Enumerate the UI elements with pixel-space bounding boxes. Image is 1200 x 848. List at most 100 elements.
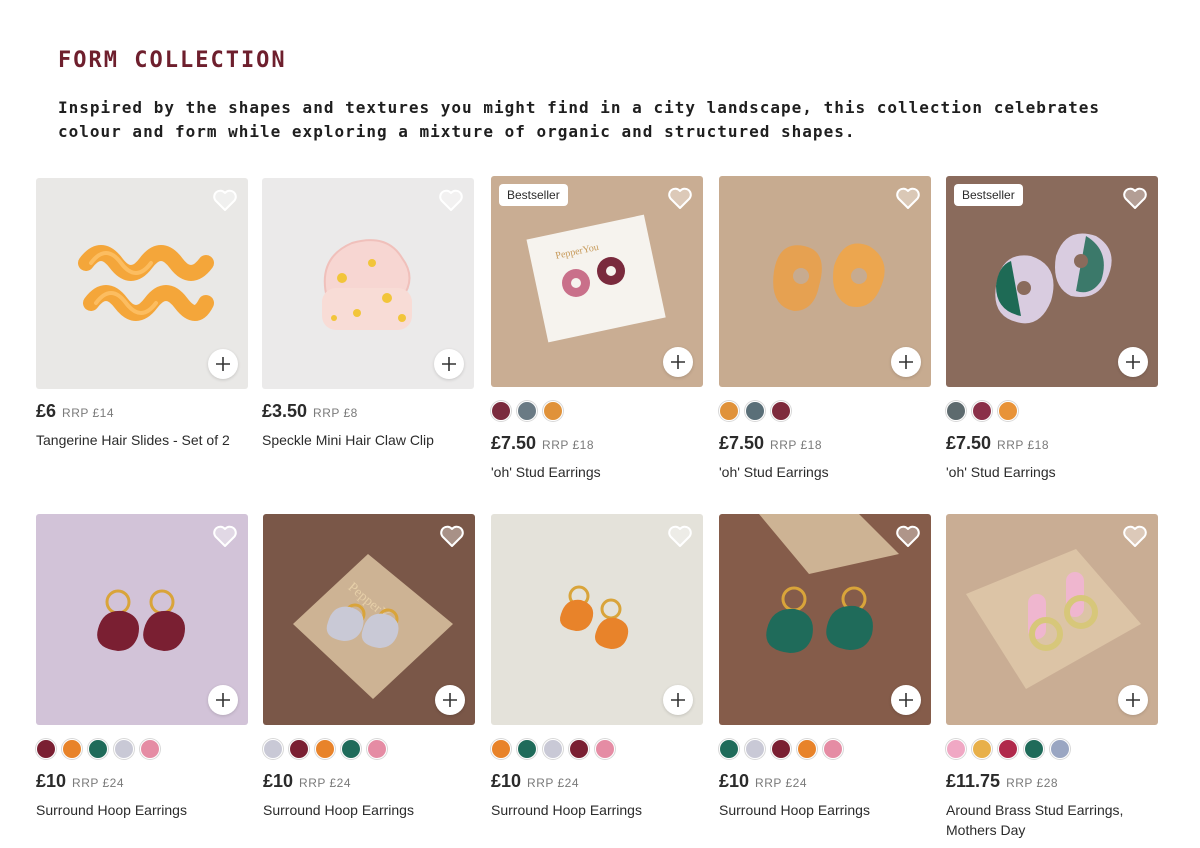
color-swatch[interactable] [140,739,160,759]
product-card[interactable]: £11.75 RRP £28 Around Brass Stud Earring… [946,514,1158,840]
color-swatch[interactable] [114,739,134,759]
color-swatch[interactable] [36,739,56,759]
product-image[interactable] [36,178,248,389]
heart-icon[interactable] [212,188,238,212]
add-to-basket-button[interactable] [663,685,693,715]
color-swatch[interactable] [543,739,563,759]
product-image[interactable] [946,514,1158,725]
product-rrp: RRP £24 [72,776,125,790]
color-swatch[interactable] [797,739,817,759]
heart-icon[interactable] [895,524,921,548]
product-card[interactable]: PepperYou Bestseller £7.50 RRP £18 'oh' … [491,176,703,482]
color-swatch[interactable] [62,739,82,759]
heart-icon[interactable] [439,524,465,548]
add-to-basket-button[interactable] [208,685,238,715]
product-name[interactable]: 'oh' Stud Earrings [946,462,1158,482]
product-name[interactable]: Tangerine Hair Slides - Set of 2 [36,430,248,450]
plus-icon [899,355,913,369]
heart-icon[interactable] [667,524,693,548]
product-image[interactable] [719,176,931,387]
product-name[interactable]: Surround Hoop Earrings [719,800,931,820]
product-card[interactable]: £3.50 RRP £8 Speckle Mini Hair Claw Clip [262,178,474,450]
add-to-basket-button[interactable] [663,347,693,377]
color-swatch[interactable] [823,739,843,759]
product-card[interactable]: Bestseller £7.50 RRP £18 'oh' Stud Earri… [946,176,1158,482]
add-to-basket-button[interactable] [1118,347,1148,377]
product-name[interactable]: Surround Hoop Earrings [263,800,475,820]
color-swatch[interactable] [595,739,615,759]
color-swatch[interactable] [745,401,765,421]
product-image[interactable] [491,514,703,725]
heart-icon[interactable] [895,186,921,210]
product-card[interactable]: £6 RRP £14 Tangerine Hair Slides - Set o… [36,178,248,450]
product-image[interactable]: PepperYou Bestseller [491,176,703,387]
plus-icon [671,355,685,369]
color-swatch[interactable] [569,739,589,759]
heart-icon[interactable] [667,186,693,210]
plus-icon [1126,693,1140,707]
add-to-basket-button[interactable] [208,349,238,379]
product-image[interactable] [719,514,931,725]
product-name[interactable]: Surround Hoop Earrings [491,800,703,820]
color-swatches [491,739,703,759]
color-swatch[interactable] [491,739,511,759]
collection-title: FORM COLLECTION [58,48,287,73]
product-name[interactable]: 'oh' Stud Earrings [491,462,703,482]
color-swatch[interactable] [972,401,992,421]
color-swatch[interactable] [745,739,765,759]
product-price: £10 [719,771,750,791]
color-swatch[interactable] [315,739,335,759]
product-card[interactable]: £10 RRP £24 Surround Hoop Earrings [36,514,248,820]
heart-icon[interactable] [438,188,464,212]
add-to-basket-button[interactable] [435,685,465,715]
color-swatch[interactable] [771,739,791,759]
add-to-basket-button[interactable] [1118,685,1148,715]
product-name[interactable]: Surround Hoop Earrings [36,800,248,820]
product-name[interactable]: Around Brass Stud Earrings, Mothers Day [946,800,1158,840]
product-image[interactable]: Bestseller [946,176,1158,387]
color-swatch[interactable] [1050,739,1070,759]
product-card[interactable]: £7.50 RRP £18 'oh' Stud Earrings [719,176,931,482]
product-rrp: RRP £24 [527,776,580,790]
plus-icon [216,357,230,371]
color-swatch[interactable] [946,739,966,759]
color-swatch[interactable] [543,401,563,421]
color-swatch[interactable] [88,739,108,759]
product-image[interactable] [36,514,248,725]
color-swatch[interactable] [719,739,739,759]
color-swatch[interactable] [263,739,283,759]
color-swatch[interactable] [341,739,361,759]
color-swatch[interactable] [946,401,966,421]
color-swatch[interactable] [491,401,511,421]
product-price: £3.50 [262,401,308,421]
color-swatch[interactable] [367,739,387,759]
heart-icon[interactable] [1122,524,1148,548]
product-rrp: RRP £24 [755,776,808,790]
color-swatches [719,739,931,759]
add-to-basket-button[interactable] [891,685,921,715]
product-card[interactable]: £10 RRP £24 Surround Hoop Earrings [491,514,703,820]
product-price: £10 [263,771,294,791]
color-swatch[interactable] [517,739,537,759]
product-card[interactable]: £10 RRP £24 Surround Hoop Earrings [719,514,931,820]
product-image[interactable] [262,178,474,389]
plus-icon [216,693,230,707]
color-swatch[interactable] [1024,739,1044,759]
color-swatch[interactable] [289,739,309,759]
color-swatch[interactable] [972,739,992,759]
product-card[interactable]: PepperYou £10 RRP £24 Surround Hoop Earr… [263,514,475,820]
color-swatch[interactable] [719,401,739,421]
product-name[interactable]: 'oh' Stud Earrings [719,462,931,482]
add-to-basket-button[interactable] [434,349,464,379]
heart-icon[interactable] [212,524,238,548]
color-swatch[interactable] [771,401,791,421]
product-rrp: RRP £14 [62,406,115,420]
color-swatch[interactable] [517,401,537,421]
product-name[interactable]: Speckle Mini Hair Claw Clip [262,430,474,450]
color-swatch[interactable] [998,401,1018,421]
heart-icon[interactable] [1122,186,1148,210]
plus-icon [899,693,913,707]
add-to-basket-button[interactable] [891,347,921,377]
color-swatch[interactable] [998,739,1018,759]
product-image[interactable]: PepperYou [263,514,475,725]
